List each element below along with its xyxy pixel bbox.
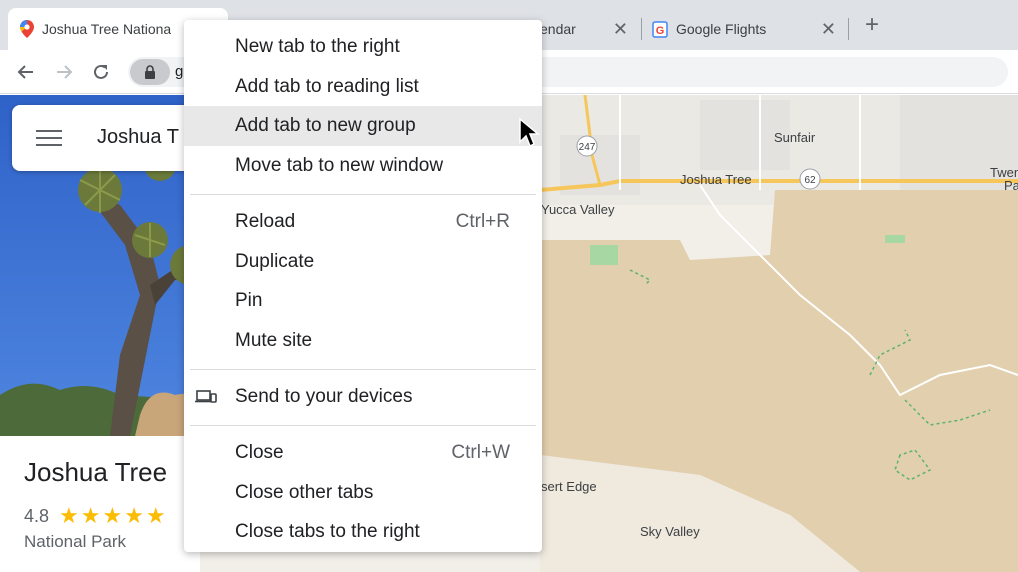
google-maps-pin-icon	[20, 20, 34, 38]
place-rating: 4.8 ★★★★★	[24, 503, 168, 529]
menu-item-close-other-tabs[interactable]: Close other tabs	[184, 473, 542, 513]
tab-title: Joshua Tree Nationa	[42, 21, 172, 37]
site-info-button[interactable]	[130, 59, 170, 85]
star-rating: ★★★★★	[59, 503, 168, 528]
map-label-pa: Pa	[1004, 178, 1018, 193]
close-icon[interactable]: ✕	[613, 19, 628, 40]
tab-context-menu: New tab to the right Add tab to reading …	[184, 20, 542, 552]
reload-icon	[94, 64, 108, 79]
menu-item-label: Move tab to new window	[235, 155, 444, 176]
menu-item-label: Add tab to new group	[235, 115, 416, 136]
menu-item-label: Send to your devices	[235, 386, 413, 407]
rating-value: 4.8	[24, 505, 50, 526]
back-button[interactable]	[12, 58, 40, 86]
menu-divider	[190, 425, 536, 426]
map-label-sky-valley: Sky Valley	[640, 524, 700, 539]
arrow-left-icon	[17, 65, 33, 79]
menu-item-pin[interactable]: Pin	[184, 281, 542, 321]
arrow-right-icon	[57, 65, 73, 79]
menu-item-duplicate[interactable]: Duplicate	[184, 242, 542, 282]
menu-divider	[190, 369, 536, 370]
tab-title: Google Flights	[676, 21, 767, 37]
menu-item-label: Close	[235, 442, 284, 463]
menu-item-shortcut: Ctrl+R	[455, 211, 510, 232]
place-title: Joshua Tree	[24, 457, 168, 487]
menu-item-label: Pin	[235, 290, 263, 311]
reload-button[interactable]	[87, 58, 115, 86]
place-type: National Park	[24, 532, 127, 551]
new-tab-button[interactable]: +	[860, 13, 884, 38]
menu-divider	[190, 194, 536, 195]
menu-icon[interactable]	[36, 130, 62, 148]
tab-title: endar	[540, 21, 576, 37]
menu-item-label: Close other tabs	[235, 482, 374, 503]
svg-text:G: G	[656, 25, 665, 37]
route-62-label: 62	[804, 175, 816, 186]
google-icon: G	[652, 21, 668, 38]
close-icon[interactable]: ✕	[821, 19, 836, 40]
map-label-desert-edge: sert Edge	[541, 479, 597, 494]
menu-item-label: Mute site	[235, 330, 313, 351]
map-label-sunfair: Sunfair	[774, 130, 816, 145]
map-label-yucca-valley: Yucca Valley	[541, 202, 615, 217]
menu-item-label: Duplicate	[235, 251, 315, 272]
tab-divider	[641, 18, 642, 40]
search-input[interactable]: Joshua T	[97, 126, 179, 149]
tab-google-flights[interactable]: G Google Flights ✕	[652, 8, 842, 50]
menu-item-shortcut: Ctrl+W	[451, 442, 510, 463]
menu-item-label: Close tabs to the right	[235, 521, 420, 542]
menu-item-send-to-devices[interactable]: Send to your devices	[184, 377, 542, 417]
menu-item-close[interactable]: Close Ctrl+W	[184, 433, 542, 473]
tab-divider	[848, 18, 849, 40]
devices-icon	[195, 390, 217, 403]
menu-item-mute-site[interactable]: Mute site	[184, 321, 542, 361]
menu-item-add-to-new-group[interactable]: Add tab to new group	[184, 106, 542, 146]
menu-item-move-to-new-window[interactable]: Move tab to new window	[184, 146, 542, 186]
lock-icon	[145, 65, 155, 79]
forward-button[interactable]	[50, 58, 78, 86]
menu-item-label: Add tab to reading list	[235, 76, 419, 97]
mouse-cursor-icon	[519, 118, 541, 148]
tab-calendar[interactable]: endar ✕	[540, 8, 640, 50]
url-text: g	[175, 63, 184, 80]
menu-item-close-tabs-right[interactable]: Close tabs to the right	[184, 512, 542, 552]
route-247-label: 247	[579, 142, 596, 153]
map-label-joshua-tree: Joshua Tree	[680, 172, 752, 187]
menu-item-add-to-reading-list[interactable]: Add tab to reading list	[184, 67, 542, 107]
menu-item-label: New tab to the right	[235, 36, 400, 57]
menu-item-new-tab-right[interactable]: New tab to the right	[184, 27, 542, 67]
menu-item-label: Reload	[235, 211, 296, 232]
menu-item-reload[interactable]: Reload Ctrl+R	[184, 202, 542, 242]
